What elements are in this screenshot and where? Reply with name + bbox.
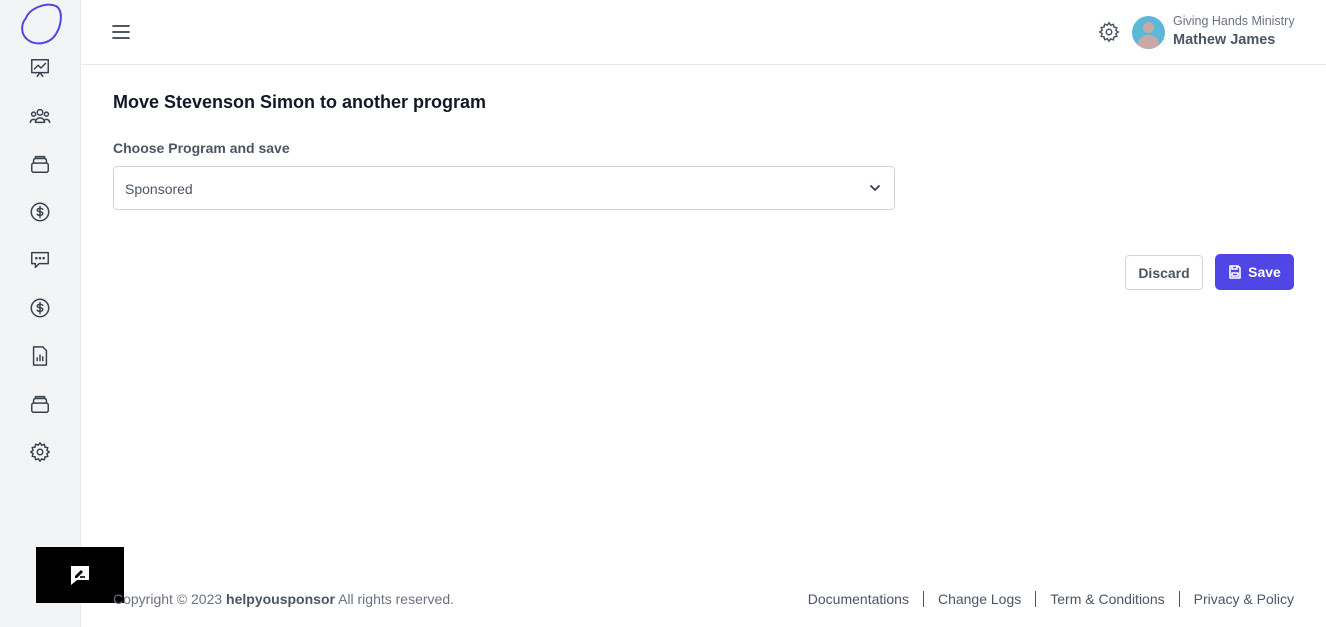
footer-divider [922, 591, 924, 607]
footer-link-documentations[interactable]: Documentations [808, 591, 909, 607]
hamburger-icon [112, 25, 130, 39]
logo[interactable] [16, 2, 64, 46]
dollar-icon [30, 298, 50, 318]
users-group-icon [29, 108, 51, 124]
save-button[interactable]: Save [1215, 254, 1294, 290]
organization-name: Giving Hands Ministry [1173, 14, 1295, 28]
sidebar-item-settings[interactable] [26, 438, 54, 466]
settings-gear-icon [1098, 21, 1120, 43]
sidebar-item-reports[interactable] [26, 342, 54, 370]
sidebar-item-donations[interactable] [26, 198, 54, 226]
footer-link-privacy[interactable]: Privacy & Policy [1194, 591, 1294, 607]
save-button-label: Save [1248, 264, 1281, 280]
sidebar-item-programs[interactable] [26, 150, 54, 178]
program-select[interactable]: Sponsored [113, 166, 895, 210]
sidebar-item-dashboard[interactable] [26, 54, 54, 82]
chevron-down-icon [868, 181, 882, 195]
sidebar-item-users[interactable] [26, 102, 54, 130]
footer-divider [1178, 591, 1180, 607]
brand-name: helpyousponsor [226, 591, 335, 607]
dollar-icon [30, 202, 50, 222]
footer-links: Documentations Change Logs Term & Condit… [808, 591, 1294, 607]
feedback-button[interactable] [36, 547, 124, 603]
settings-gear-icon [30, 442, 50, 462]
footer-link-terms[interactable]: Term & Conditions [1050, 591, 1164, 607]
avatar-head-shape [1143, 22, 1154, 33]
layers-icon [31, 155, 49, 173]
footer-copyright: Copyright © 2023 helpyousponsor All righ… [113, 591, 454, 607]
copyright-prefix: Copyright © 2023 [113, 591, 227, 607]
top-header: Giving Hands Ministry Mathew James [81, 0, 1326, 65]
sidebar-item-payments[interactable] [26, 294, 54, 322]
program-select-value: Sponsored [125, 181, 193, 197]
discard-button[interactable]: Discard [1125, 255, 1203, 290]
footer-divider [1035, 591, 1037, 607]
header-settings-button[interactable] [1097, 20, 1121, 44]
report-document-icon [32, 346, 48, 366]
program-field-label: Choose Program and save [113, 140, 290, 156]
page-title: Move Stevenson Simon to another program [113, 92, 487, 112]
trending-chart-icon [31, 59, 49, 77]
sidebar-item-messages[interactable] [26, 246, 54, 274]
footer-link-change-logs[interactable]: Change Logs [938, 591, 1021, 607]
sidebar-item-archive[interactable] [26, 390, 54, 418]
feedback-icon [71, 566, 89, 585]
copyright-suffix: All rights reserved. [334, 591, 455, 607]
save-disk-icon [1229, 265, 1241, 279]
menu-toggle-button[interactable] [109, 20, 133, 44]
sidebar [0, 0, 124, 627]
avatar-body-shape [1138, 35, 1159, 49]
user-name[interactable]: Mathew James [1173, 32, 1275, 48]
user-avatar[interactable] [1132, 16, 1165, 49]
layers-icon [31, 395, 49, 413]
chat-bubble-icon [31, 251, 49, 269]
